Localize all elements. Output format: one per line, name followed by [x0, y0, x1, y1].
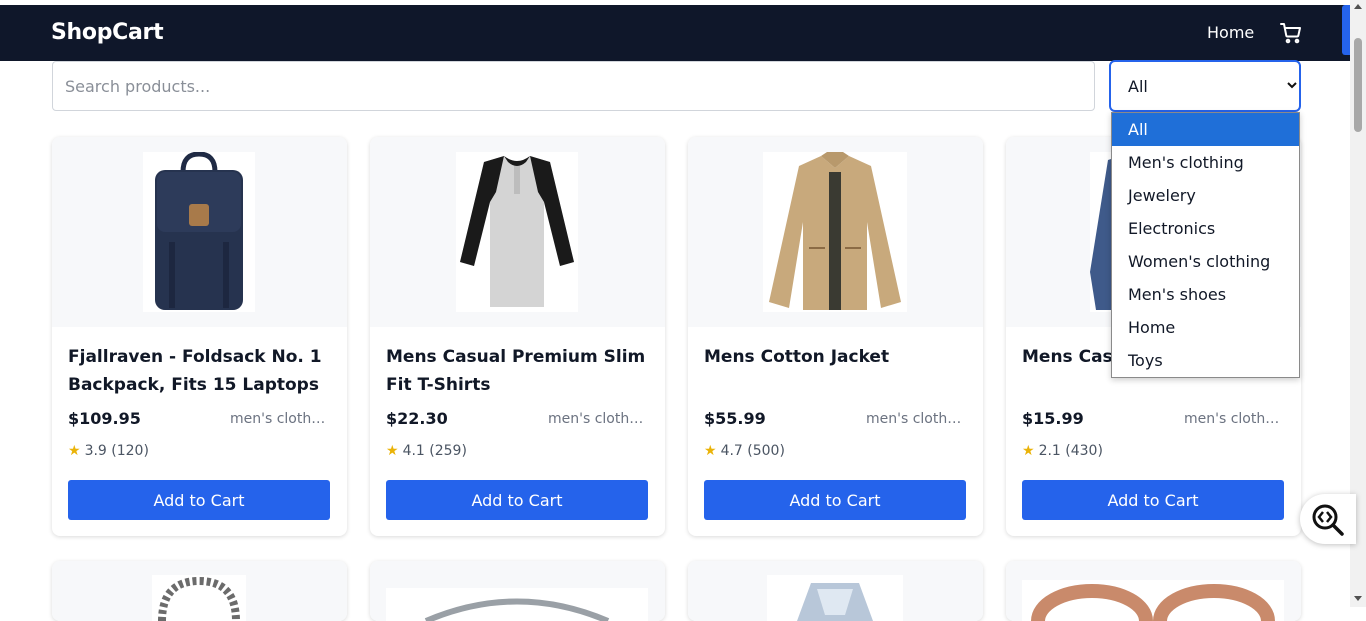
product-rating: ★ 4.7 (500): [704, 443, 785, 459]
dropdown-option-toys[interactable]: Toys: [1112, 344, 1299, 377]
product-image-area: [370, 137, 665, 327]
product-image-area: [52, 561, 347, 621]
category-select[interactable]: All: [1109, 60, 1301, 112]
star-icon: ★: [386, 443, 399, 459]
dropdown-option-mens-clothing[interactable]: Men's clothing: [1112, 146, 1299, 179]
product-price: $22.30: [386, 409, 448, 428]
chevron-down-icon: [1287, 82, 1297, 89]
product-category: men's clothing: [1184, 411, 1280, 427]
earrings-image[interactable]: [1022, 580, 1284, 621]
scroll-down-icon[interactable]: [1354, 596, 1362, 601]
add-to-cart-button[interactable]: Add to Cart: [704, 480, 966, 520]
product-card: Fjallraven - Foldsack No. 1 Backpack, Fi…: [52, 137, 347, 536]
cart-icon[interactable]: [1279, 21, 1303, 45]
dropdown-option-womens-clothing[interactable]: Women's clothing: [1112, 245, 1299, 278]
product-rating: ★ 3.9 (120): [68, 443, 149, 459]
product-card: [688, 561, 983, 621]
product-image-area: [370, 561, 665, 621]
product-price: $55.99: [704, 409, 766, 428]
product-price: $15.99: [1022, 409, 1084, 428]
dropdown-option-electronics[interactable]: Electronics: [1112, 212, 1299, 245]
product-title[interactable]: Mens Casual Premium Slim Fit T-Shirts: [386, 343, 651, 399]
add-to-cart-button[interactable]: Add to Cart: [1022, 480, 1284, 520]
search-input[interactable]: [52, 61, 1095, 111]
product-image-area: [1006, 561, 1301, 621]
product-card: [52, 561, 347, 621]
product-card: [1006, 561, 1301, 621]
magnifier-code-icon: [1312, 504, 1344, 536]
dropdown-option-all[interactable]: All: [1112, 113, 1299, 146]
add-to-cart-button[interactable]: Add to Cart: [386, 480, 648, 520]
backpack-image[interactable]: [143, 152, 255, 312]
star-icon: ★: [68, 443, 81, 459]
side-tab[interactable]: [1342, 5, 1350, 55]
ring-image[interactable]: [386, 588, 648, 621]
product-price: $109.95: [68, 409, 141, 428]
product-card: Mens Cotton Jacket $55.99 men's clothing…: [688, 137, 983, 536]
product-rating: ★ 2.1 (430): [1022, 443, 1103, 459]
product-image-area: [688, 561, 983, 621]
floating-widget-button[interactable]: [1300, 494, 1356, 544]
rating-text: 4.1 (259): [402, 443, 467, 459]
product-image-area: [688, 137, 983, 327]
product-category: men's clothing: [548, 411, 644, 427]
dropdown-option-home[interactable]: Home: [1112, 311, 1299, 344]
scrollbar-thumb[interactable]: [1354, 38, 1362, 132]
product-title[interactable]: Fjallraven - Foldsack No. 1 Backpack, Fi…: [68, 343, 333, 399]
dropdown-option-mens-shoes[interactable]: Men's shoes: [1112, 278, 1299, 311]
product-title[interactable]: Mens Cotton Jacket: [704, 343, 969, 371]
product-image-area: [52, 137, 347, 327]
category-select-value: All: [1128, 77, 1148, 96]
rating-text: 4.7 (500): [720, 443, 785, 459]
dropdown-option-jewelery[interactable]: Jewelery: [1112, 179, 1299, 212]
rating-text: 3.9 (120): [84, 443, 149, 459]
navbar: ShopCart Home: [0, 5, 1350, 61]
product-rating: ★ 4.1 (259): [386, 443, 467, 459]
star-icon: ★: [1022, 443, 1035, 459]
rating-text: 2.1 (430): [1038, 443, 1103, 459]
add-to-cart-button[interactable]: Add to Cart: [68, 480, 330, 520]
tshirt-image[interactable]: [456, 152, 578, 312]
bracelet-image[interactable]: [152, 575, 246, 621]
scroll-up-icon[interactable]: [1354, 4, 1362, 9]
star-icon: ★: [704, 443, 717, 459]
product-card: Mens Casual Premium Slim Fit T-Shirts $2…: [370, 137, 665, 536]
product-category: men's clothing: [866, 411, 962, 427]
nav-home-link[interactable]: Home: [1207, 23, 1254, 42]
brand-logo[interactable]: ShopCart: [51, 20, 164, 45]
product-category: men's clothing: [230, 411, 326, 427]
diamond-ring-image[interactable]: [767, 575, 903, 621]
category-dropdown: All Men's clothing Jewelery Electronics …: [1111, 112, 1300, 378]
jacket-image[interactable]: [763, 152, 907, 312]
product-card: [370, 561, 665, 621]
